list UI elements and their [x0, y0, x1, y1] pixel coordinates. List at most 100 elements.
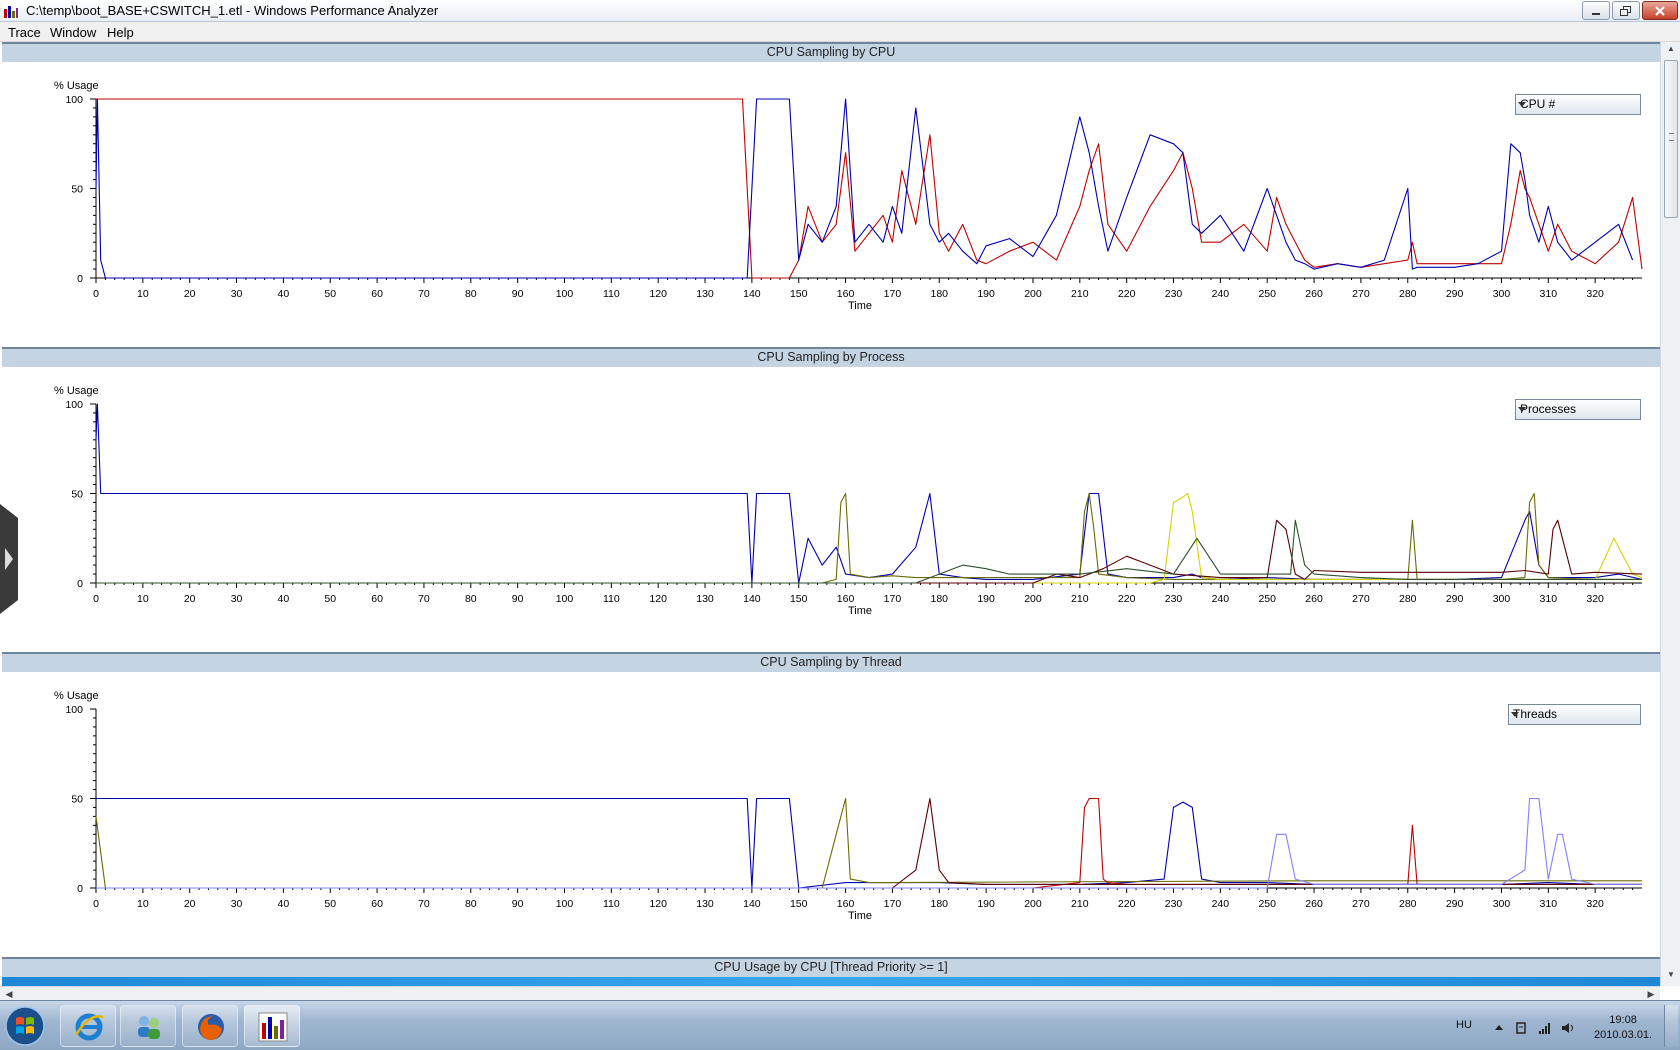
thread-selector-dropdown[interactable]: Threads	[1508, 704, 1641, 725]
show-desktop-button[interactable]	[1664, 1005, 1678, 1047]
x-tick-label: 130	[696, 593, 714, 605]
x-tick-label: 120	[649, 898, 667, 910]
x-tick-label: 230	[1165, 593, 1183, 605]
taskbar-users-app[interactable]	[120, 1005, 176, 1047]
x-tick-label: 30	[231, 593, 243, 605]
series-line	[96, 492, 1643, 584]
x-tick-label: 270	[1352, 288, 1370, 300]
cpu-chart[interactable]: % Usage 100 50 00 10 20 30 40 50 60 70 80 90 100 110 12…	[2, 62, 1660, 347]
y-axis-label: % Usage	[54, 80, 99, 92]
y-tick-label: 100	[65, 704, 83, 716]
x-tick-label: 40	[278, 288, 290, 300]
vertical-scrollbar[interactable]: ▲ ▼	[1660, 42, 1680, 986]
x-tick-label: 290	[1446, 898, 1464, 910]
x-tick-label: 100	[556, 593, 574, 605]
y-axis-label: % Usage	[54, 690, 99, 702]
close-button[interactable]	[1642, 1, 1678, 20]
x-tick-label: 240	[1212, 593, 1230, 605]
x-tick-label: 140	[743, 898, 761, 910]
x-tick-label: 210	[1071, 288, 1089, 300]
x-tick-label: 230	[1165, 898, 1183, 910]
process-selector-dropdown[interactable]: Processes	[1515, 399, 1641, 420]
y-tick-label: 0	[77, 578, 83, 590]
taskbar-performance-analyzer[interactable]	[244, 1005, 300, 1047]
x-tick-label: 20	[184, 898, 196, 910]
menu-window[interactable]: Window	[46, 24, 100, 41]
scrollbar-thumb[interactable]	[1664, 60, 1678, 218]
cpu-selector-dropdown[interactable]: CPU #	[1515, 94, 1641, 115]
wpa-app-icon	[3, 3, 19, 19]
menu-trace[interactable]: Trace	[4, 24, 45, 41]
title-bar: C:\temp\boot_BASE+CSWITCH_1.etl - Window…	[0, 0, 1680, 22]
restore-button[interactable]	[1612, 1, 1640, 20]
horizontal-scrollbar[interactable]: ◀ ▶	[0, 986, 1660, 1000]
x-tick-label: 280	[1399, 898, 1417, 910]
x-tick-label: 170	[884, 593, 902, 605]
x-tick-label: 160	[837, 898, 855, 910]
scroll-right-icon[interactable]: ▶	[1644, 987, 1658, 1001]
menu-bar: Trace Window Help	[0, 22, 1680, 42]
x-tick-label: 130	[696, 898, 714, 910]
action-center-icon[interactable]	[1514, 1021, 1528, 1035]
scroll-up-icon[interactable]: ▲	[1664, 44, 1678, 58]
x-tick-label: 300	[1493, 288, 1511, 300]
system-clock[interactable]: 19:08 2010.03.01.	[1594, 1013, 1652, 1043]
x-tick-label: 100	[556, 288, 574, 300]
x-tick-label: 210	[1071, 593, 1089, 605]
panel-cpu-usage-by-cpu: CPU Usage by CPU [Thread Priority >= 1]	[0, 957, 1660, 986]
minimize-icon	[1592, 12, 1600, 15]
x-axis-label: Time	[848, 910, 872, 922]
performance-analyzer-icon	[258, 1012, 288, 1042]
x-tick-label: 180	[931, 898, 949, 910]
x-axis-label: Time	[848, 300, 872, 312]
taskbar-firefox[interactable]	[182, 1005, 238, 1047]
network-icon[interactable]	[1538, 1021, 1552, 1035]
start-button-icon[interactable]	[2, 1004, 48, 1048]
scroll-down-icon[interactable]: ▼	[1664, 970, 1678, 984]
x-tick-label: 170	[884, 288, 902, 300]
chevron-down-icon	[1518, 407, 1526, 412]
menu-help[interactable]: Help	[103, 24, 138, 41]
x-tick-label: 90	[512, 288, 524, 300]
clock-date: 2010.03.01.	[1594, 1029, 1653, 1041]
scroll-left-icon[interactable]: ◀	[2, 987, 16, 1001]
language-indicator[interactable]: HU	[1456, 1019, 1472, 1031]
panel-title: CPU Sampling by CPU	[2, 42, 1660, 62]
x-tick-label: 60	[371, 898, 383, 910]
x-tick-label: 70	[418, 593, 430, 605]
series-line	[96, 98, 1643, 279]
x-tick-label: 20	[184, 593, 196, 605]
x-tick-label: 210	[1071, 898, 1089, 910]
graph-explorer-expand-tab[interactable]	[0, 504, 18, 614]
x-tick-label: 280	[1399, 593, 1417, 605]
x-tick-label: 320	[1586, 288, 1604, 300]
x-tick-label: 320	[1586, 898, 1604, 910]
x-tick-label: 230	[1165, 288, 1183, 300]
x-tick-label: 300	[1493, 593, 1511, 605]
process-chart[interactable]: % Usage 100 50 00 10 20 30 40 50 60 70 80 90 100 110 12…	[2, 367, 1660, 652]
x-tick-label: 180	[931, 593, 949, 605]
series-line	[96, 797, 1642, 889]
chevron-down-icon	[1511, 712, 1519, 717]
x-tick-label: 310	[1540, 288, 1558, 300]
graph-area: CPU Sampling by CPU % Usage 100 50 0 0 10 20 30…	[0, 42, 1660, 986]
x-tick-label: 10	[137, 898, 149, 910]
thread-chart[interactable]: % Usage 100 50 00 10 20 30 40 50 60 70 80 90 100 110 12…	[2, 672, 1660, 957]
x-tick-label: 60	[371, 288, 383, 300]
minimize-button[interactable]	[1582, 1, 1610, 20]
x-tick-label: 310	[1540, 898, 1558, 910]
users-icon	[138, 1016, 160, 1039]
x-tick-label: 0	[93, 288, 99, 300]
x-tick-label: 220	[1118, 898, 1136, 910]
x-tick-label: 30	[231, 288, 243, 300]
firefox-icon	[198, 1014, 224, 1040]
x-tick-label: 260	[1305, 593, 1323, 605]
x-tick-label: 220	[1118, 288, 1136, 300]
volume-icon[interactable]	[1561, 1021, 1575, 1035]
taskbar-internet-explorer[interactable]	[60, 1005, 116, 1047]
panel-cpu-sampling-by-process: CPU Sampling by Process % Usage 100 50 0 0 10…	[0, 347, 1660, 652]
x-tick-label: 190	[977, 288, 995, 300]
x-tick-label: 50	[324, 593, 336, 605]
show-hidden-icons-icon[interactable]	[1492, 1021, 1506, 1035]
x-tick-label: 180	[931, 288, 949, 300]
